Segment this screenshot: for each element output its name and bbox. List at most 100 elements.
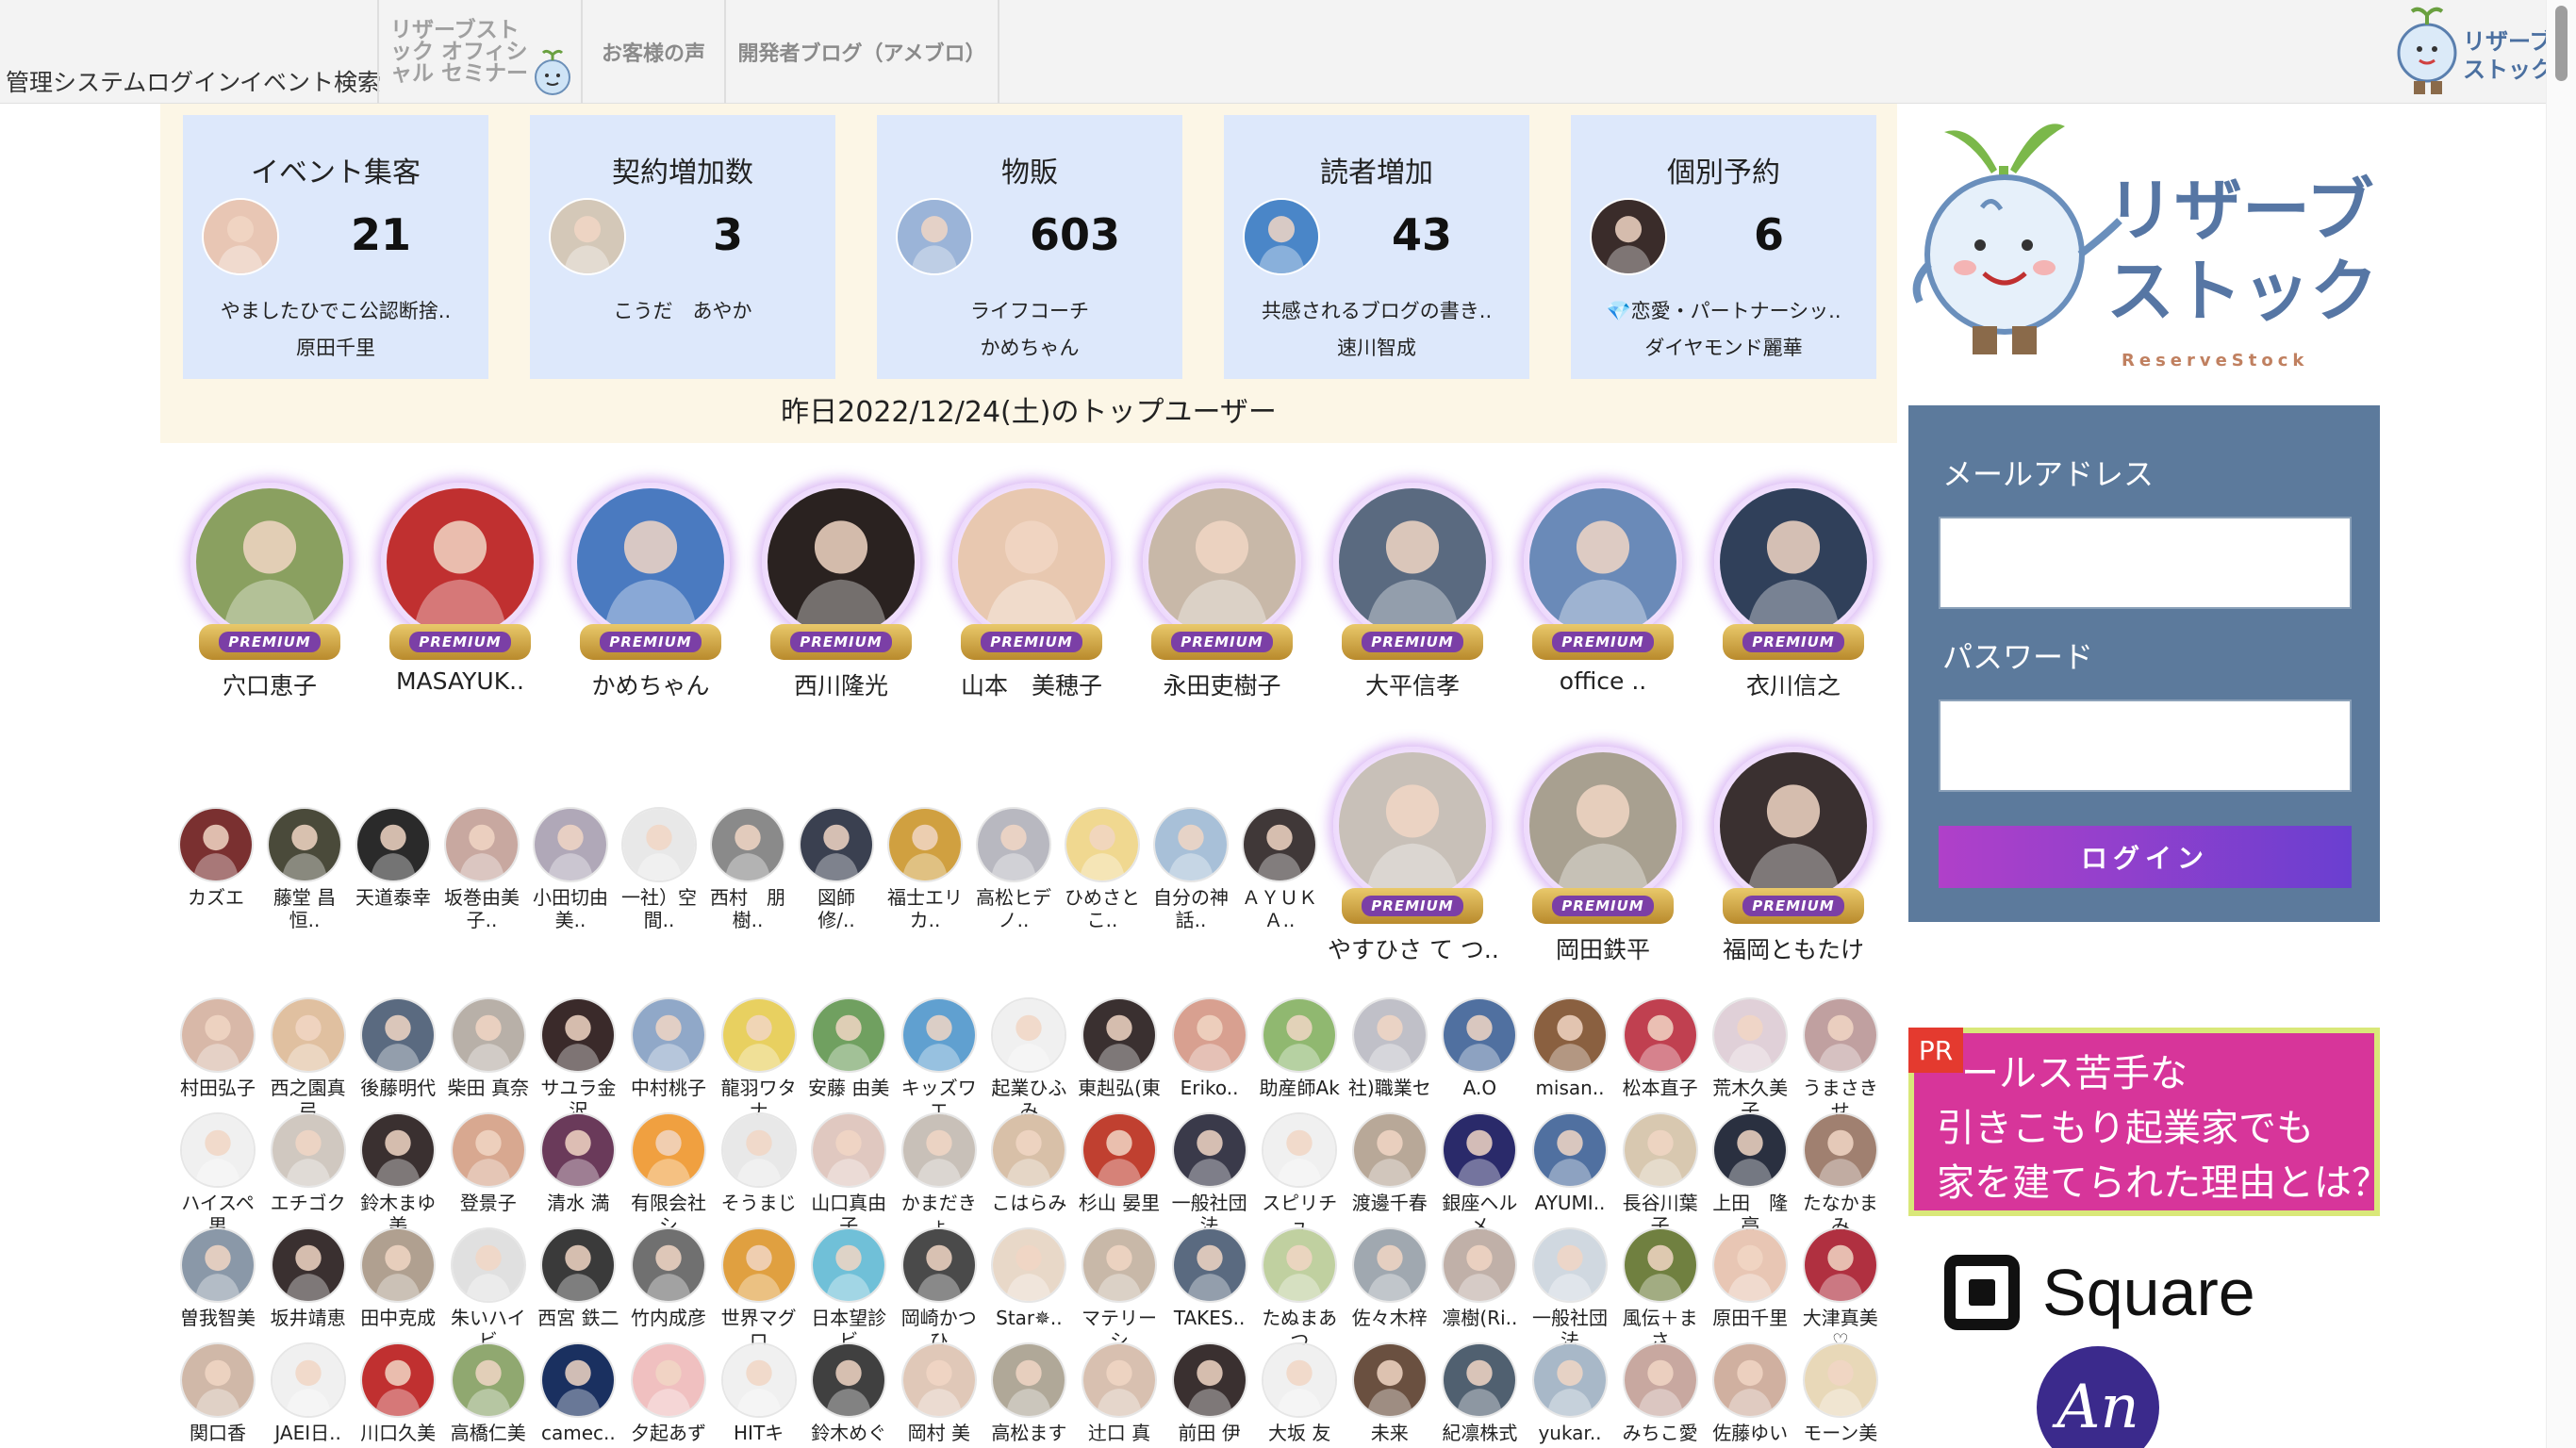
user-avatar-item[interactable]: 原田千里 — [1708, 1227, 1792, 1354]
user-avatar-item[interactable]: ハイスペ男 — [175, 1112, 260, 1239]
customer-voices-link[interactable]: お客様の声 — [581, 0, 724, 104]
user-avatar-item[interactable]: 福士エリカ.. — [883, 807, 967, 933]
top-card[interactable]: 読者増加 43 共感されるブログの書き.. 速川智成 — [1224, 115, 1529, 379]
user-avatar-item[interactable]: 未来 — [1347, 1342, 1432, 1448]
user-avatar-item[interactable]: 辻口 真 — [1077, 1342, 1162, 1448]
user-avatar-item[interactable]: 松本直子 — [1618, 997, 1703, 1124]
premium-user[interactable]: PREMIUM やすひさ て つ.. — [1328, 747, 1499, 965]
user-avatar-item[interactable]: 佐々木梓 — [1347, 1227, 1432, 1354]
user-avatar-item[interactable]: 夕起あず — [626, 1342, 711, 1448]
user-avatar-item[interactable]: そうまじ — [717, 1112, 801, 1239]
user-avatar-item[interactable]: 杉山 晏里 — [1077, 1112, 1162, 1239]
top-card[interactable]: 物販 603 ライフコーチ かめちゃん — [877, 115, 1182, 379]
user-avatar-item[interactable]: 佐藤ゆい — [1708, 1342, 1792, 1448]
user-avatar-item[interactable]: 西宮 鉄二 — [536, 1227, 620, 1354]
user-avatar-item[interactable]: 風伝＋まさ — [1618, 1227, 1703, 1354]
square-logo[interactable]: Square — [1944, 1250, 2255, 1335]
user-avatar-item[interactable]: misan.. — [1527, 997, 1612, 1124]
user-avatar-item[interactable]: 紀凛株式 — [1437, 1342, 1522, 1448]
user-avatar-item[interactable]: 一般社団法 — [1167, 1112, 1252, 1239]
premium-user[interactable]: PREMIUM 山本 美穂子 — [947, 483, 1116, 701]
developer-blog-link[interactable]: 開発者ブログ（アメブロ） — [724, 0, 999, 104]
user-avatar-item[interactable]: 自分の神話.. — [1148, 807, 1233, 933]
user-avatar-item[interactable]: 東赳弘(東 — [1077, 997, 1162, 1124]
user-avatar-item[interactable]: 岡崎かつひ — [897, 1227, 982, 1354]
user-avatar-item[interactable]: 助産師Ak — [1257, 997, 1342, 1124]
event-search-link[interactable]: イベント検索 — [239, 64, 381, 98]
user-avatar-item[interactable]: 安藤 由美 — [806, 997, 891, 1124]
user-avatar-item[interactable]: AYUMI.. — [1527, 1112, 1612, 1239]
user-avatar-item[interactable]: キッズワエ — [897, 997, 982, 1124]
admin-login-link[interactable]: 管理システムログイン — [6, 64, 240, 98]
premium-user[interactable]: PREMIUM かめちゃん — [566, 483, 735, 701]
user-avatar-item[interactable]: 上田 隆亮 — [1708, 1112, 1792, 1239]
user-avatar-item[interactable]: 高松ヒデノ.. — [971, 807, 1056, 933]
user-avatar-item[interactable]: 龍羽ワタナ — [717, 997, 801, 1124]
reservestock-large-logo[interactable]: リザーブ ストック ReserveStock — [1907, 104, 2387, 387]
premium-user[interactable]: PREMIUM MASAYUK.. — [375, 483, 545, 695]
user-avatar-item[interactable]: 曽我智美 — [175, 1227, 260, 1354]
premium-user[interactable]: PREMIUM 西川隆光 — [756, 483, 926, 701]
user-avatar-item[interactable]: 山口真由子 — [806, 1112, 891, 1239]
user-avatar-item[interactable]: 後藤明代 — [355, 997, 440, 1124]
user-avatar-item[interactable]: camec.. — [536, 1342, 620, 1448]
user-avatar-item[interactable]: 坂井靖恵 — [266, 1227, 351, 1354]
user-avatar-item[interactable]: 関口香 — [175, 1342, 260, 1448]
user-avatar-item[interactable]: 高橋仁美 — [446, 1342, 531, 1448]
user-avatar-item[interactable]: A.O — [1437, 997, 1522, 1124]
user-avatar-item[interactable]: かまだきょ — [897, 1112, 982, 1239]
scrollbar-thumb[interactable] — [2555, 6, 2568, 81]
user-avatar-item[interactable]: yukar.. — [1527, 1342, 1612, 1448]
user-avatar-item[interactable]: 大津真美♡ — [1798, 1227, 1883, 1354]
premium-user[interactable]: PREMIUM 穴口恵子 — [185, 483, 355, 701]
user-avatar-item[interactable]: 小田切由美.. — [528, 807, 613, 933]
user-avatar-item[interactable]: カズエ — [173, 807, 258, 933]
user-avatar-item[interactable]: 大坂 友 — [1257, 1342, 1342, 1448]
user-avatar-item[interactable]: 村田弘子 — [175, 997, 260, 1124]
user-avatar-item[interactable]: サユラ金沢 — [536, 997, 620, 1124]
user-avatar-item[interactable]: うまさきせ — [1798, 997, 1883, 1124]
user-avatar-item[interactable]: 一般社団法 — [1527, 1227, 1612, 1354]
top-card[interactable]: イベント集客 21 やましたひでこ公認断捨.. 原田千里 — [183, 115, 488, 379]
user-avatar-item[interactable]: 坂巻由美子.. — [439, 807, 524, 933]
user-avatar-item[interactable]: 図師 修/.. — [794, 807, 879, 933]
user-avatar-item[interactable]: スピリチュ — [1257, 1112, 1342, 1239]
user-avatar-item[interactable]: みちこ愛 — [1618, 1342, 1703, 1448]
vertical-scrollbar[interactable] — [2546, 0, 2576, 1448]
user-avatar-item[interactable]: 柴田 真奈 — [446, 997, 531, 1124]
password-field[interactable] — [1939, 699, 2352, 792]
user-avatar-item[interactable]: HITキ — [717, 1342, 801, 1448]
user-avatar-item[interactable]: 日本望診ビ — [806, 1227, 891, 1354]
user-avatar-item[interactable]: 荒木久美子 — [1708, 997, 1792, 1124]
reservestock-logo-icon[interactable]: リザーブ ストック — [2384, 0, 2546, 102]
user-avatar-item[interactable]: 鈴木まゆ美 — [355, 1112, 440, 1239]
user-avatar-item[interactable]: 銀座ヘルメ — [1437, 1112, 1522, 1239]
user-avatar-item[interactable]: モーン美 — [1798, 1342, 1883, 1448]
user-avatar-item[interactable]: 中村桃子 — [626, 997, 711, 1124]
user-avatar-item[interactable]: 渡邊千春 — [1347, 1112, 1432, 1239]
user-avatar-item[interactable]: マテリーシ — [1077, 1227, 1162, 1354]
user-avatar-item[interactable]: たなかまみ — [1798, 1112, 1883, 1239]
premium-user[interactable]: PREMIUM office .. — [1518, 483, 1688, 695]
user-avatar-item[interactable]: Star✵.. — [986, 1227, 1071, 1354]
user-avatar-item[interactable]: TAKES.. — [1167, 1227, 1252, 1354]
user-avatar-item[interactable]: たぬまあつ — [1257, 1227, 1342, 1354]
premium-user[interactable]: PREMIUM 永田吏樹子 — [1137, 483, 1307, 701]
user-avatar-item[interactable]: 朱いハイビ — [446, 1227, 531, 1354]
user-avatar-item[interactable]: 有限会社シ — [626, 1112, 711, 1239]
user-avatar-item[interactable]: 高松ます — [986, 1342, 1071, 1448]
user-avatar-item[interactable]: エチゴク — [266, 1112, 351, 1239]
premium-user[interactable]: PREMIUM 衣川信之 — [1709, 483, 1878, 701]
top-card[interactable]: 契約増加数 3 こうだ あやか — [530, 115, 835, 379]
user-avatar-item[interactable]: 社)職業セ — [1347, 997, 1432, 1124]
user-avatar-item[interactable]: 天道泰幸 — [351, 807, 436, 933]
user-avatar-item[interactable]: 世界マグロ — [717, 1227, 801, 1354]
an-logo[interactable]: An — [2037, 1346, 2159, 1448]
user-avatar-item[interactable]: ひめさとこ.. — [1060, 807, 1145, 933]
pr-banner[interactable]: PR ールス苦手な 引きこもり起業家でも 家を建てられた理由とは？ — [1908, 1028, 2389, 1216]
email-field[interactable] — [1939, 517, 2352, 609]
seminar-banner-link[interactable]: リザーブストック オフィシャル セミナー — [377, 0, 581, 104]
user-avatar-item[interactable]: 長谷川葉子 — [1618, 1112, 1703, 1239]
top-card[interactable]: 個別予約 6 💎恋愛・パートナーシッ.. ダイヤモンド麗華 — [1571, 115, 1876, 379]
user-avatar-item[interactable]: 凛樹(Ri.. — [1437, 1227, 1522, 1354]
